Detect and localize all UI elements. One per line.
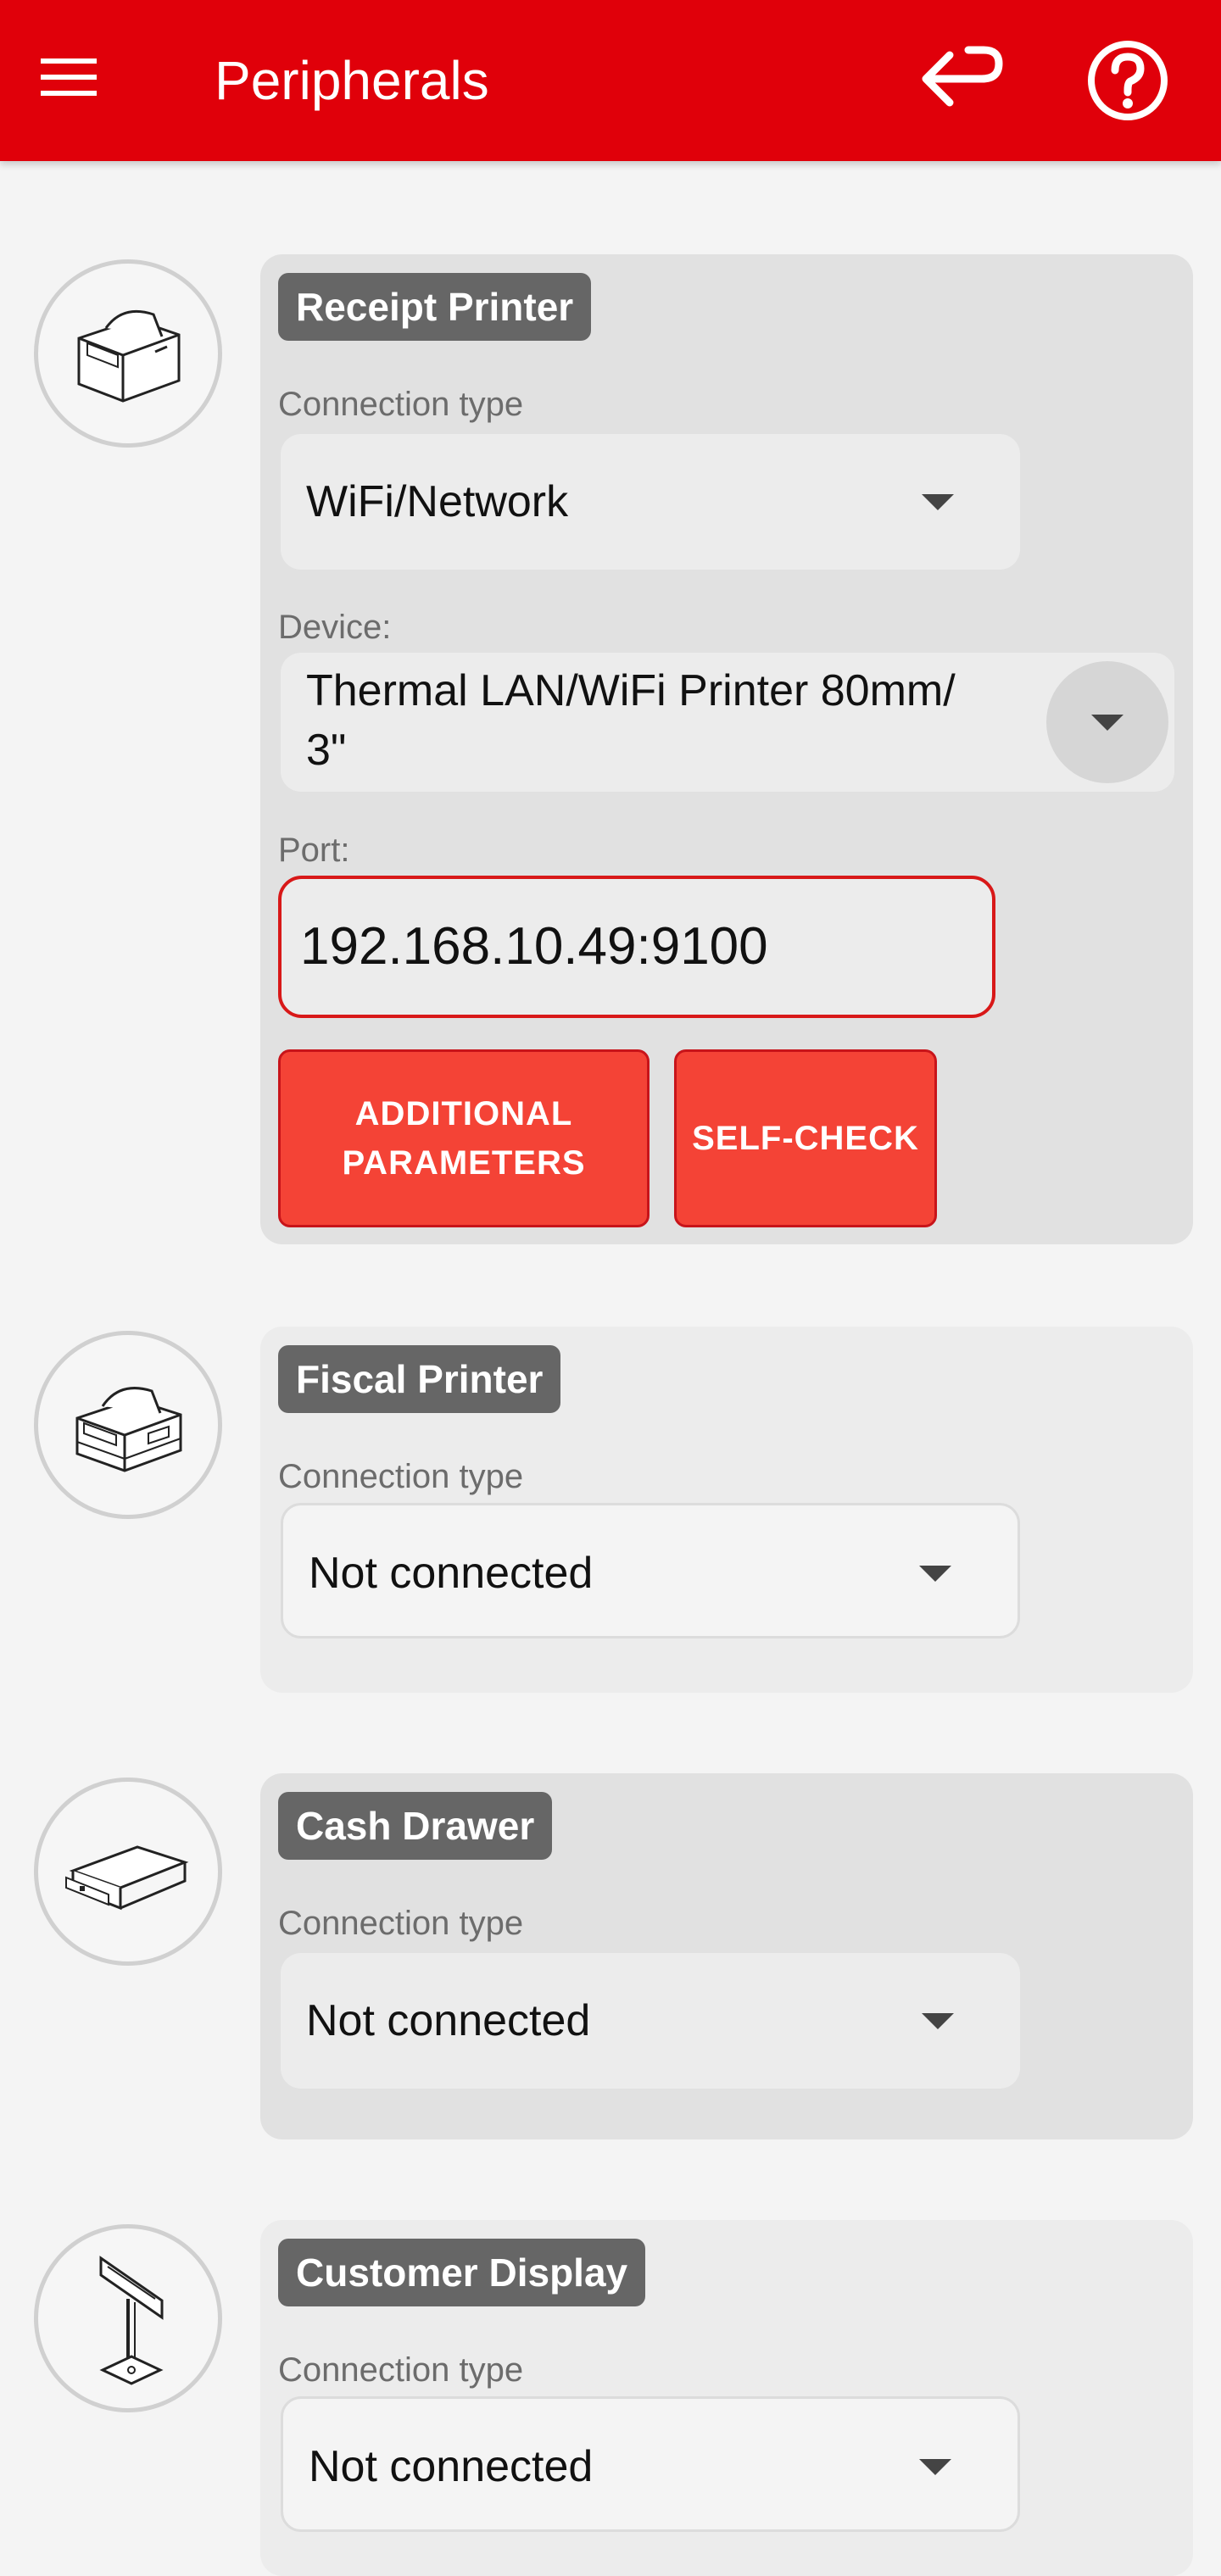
chevron-down-icon [1091, 715, 1123, 731]
device-label: Device: [278, 609, 392, 646]
chevron-down-icon [919, 1566, 951, 1582]
additional-parameters-button[interactable]: ADDITIONAL PARAMETERS [278, 1049, 650, 1227]
connection-type-label: Connection type [278, 1905, 524, 1942]
connection-type-value: WiFi/Network [306, 477, 569, 526]
fiscal-printer-title: Fiscal Printer [278, 1345, 561, 1413]
self-check-button[interactable]: SELF-CHECK [674, 1049, 937, 1227]
connection-type-label: Connection type [278, 2351, 524, 2389]
connection-type-value: Not connected [306, 1996, 591, 2045]
help-button[interactable] [1081, 34, 1183, 127]
receipt-printer-icon [34, 259, 222, 448]
cash-drawer-card: Cash Drawer Connection type Not connecte… [260, 1773, 1193, 2139]
device-dropdown-button[interactable] [1046, 661, 1168, 783]
connection-type-label: Connection type [278, 386, 524, 423]
menu-icon [41, 58, 97, 96]
menu-button[interactable] [41, 47, 125, 114]
cash-drawer-icon [34, 1778, 222, 1966]
connection-type-value: Not connected [309, 2442, 594, 2491]
customer-display-connection-select[interactable]: Not connected [281, 2396, 1020, 2532]
device-select[interactable]: Thermal LAN/WiFi Printer 80mm/ 3" [281, 653, 1174, 792]
fiscal-printer-connection-select[interactable]: Not connected [281, 1503, 1020, 1639]
chevron-down-icon [922, 2013, 954, 2029]
connection-type-value: Not connected [309, 1549, 594, 1598]
customer-display-card: Customer Display Connection type Not con… [260, 2220, 1193, 2576]
port-label: Port: [278, 832, 350, 869]
fiscal-printer-icon [34, 1331, 222, 1519]
device-value: Thermal LAN/WiFi Printer 80mm/ 3" [306, 666, 956, 775]
return-button[interactable] [916, 38, 1018, 123]
chevron-down-icon [919, 2459, 951, 2475]
port-input[interactable]: 192.168.10.49:9100 [278, 876, 995, 1018]
page-title: Peripherals [215, 50, 489, 111]
connection-type-label: Connection type [278, 1458, 524, 1495]
receipt-printer-title: Receipt Printer [278, 273, 592, 341]
customer-display-icon [34, 2224, 222, 2412]
cash-drawer-connection-select[interactable]: Not connected [281, 1953, 1020, 2089]
chevron-down-icon [922, 494, 954, 510]
help-icon [1088, 41, 1168, 120]
cash-drawer-title: Cash Drawer [278, 1792, 553, 1860]
return-icon [922, 46, 1003, 107]
app-bar: Peripherals [0, 0, 1221, 161]
fiscal-printer-card: Fiscal Printer Connection type Not conne… [260, 1327, 1193, 1693]
receipt-printer-connection-select[interactable]: WiFi/Network [281, 434, 1020, 570]
receipt-printer-card: Receipt Printer Connection type WiFi/Net… [260, 254, 1193, 1244]
customer-display-title: Customer Display [278, 2239, 646, 2306]
